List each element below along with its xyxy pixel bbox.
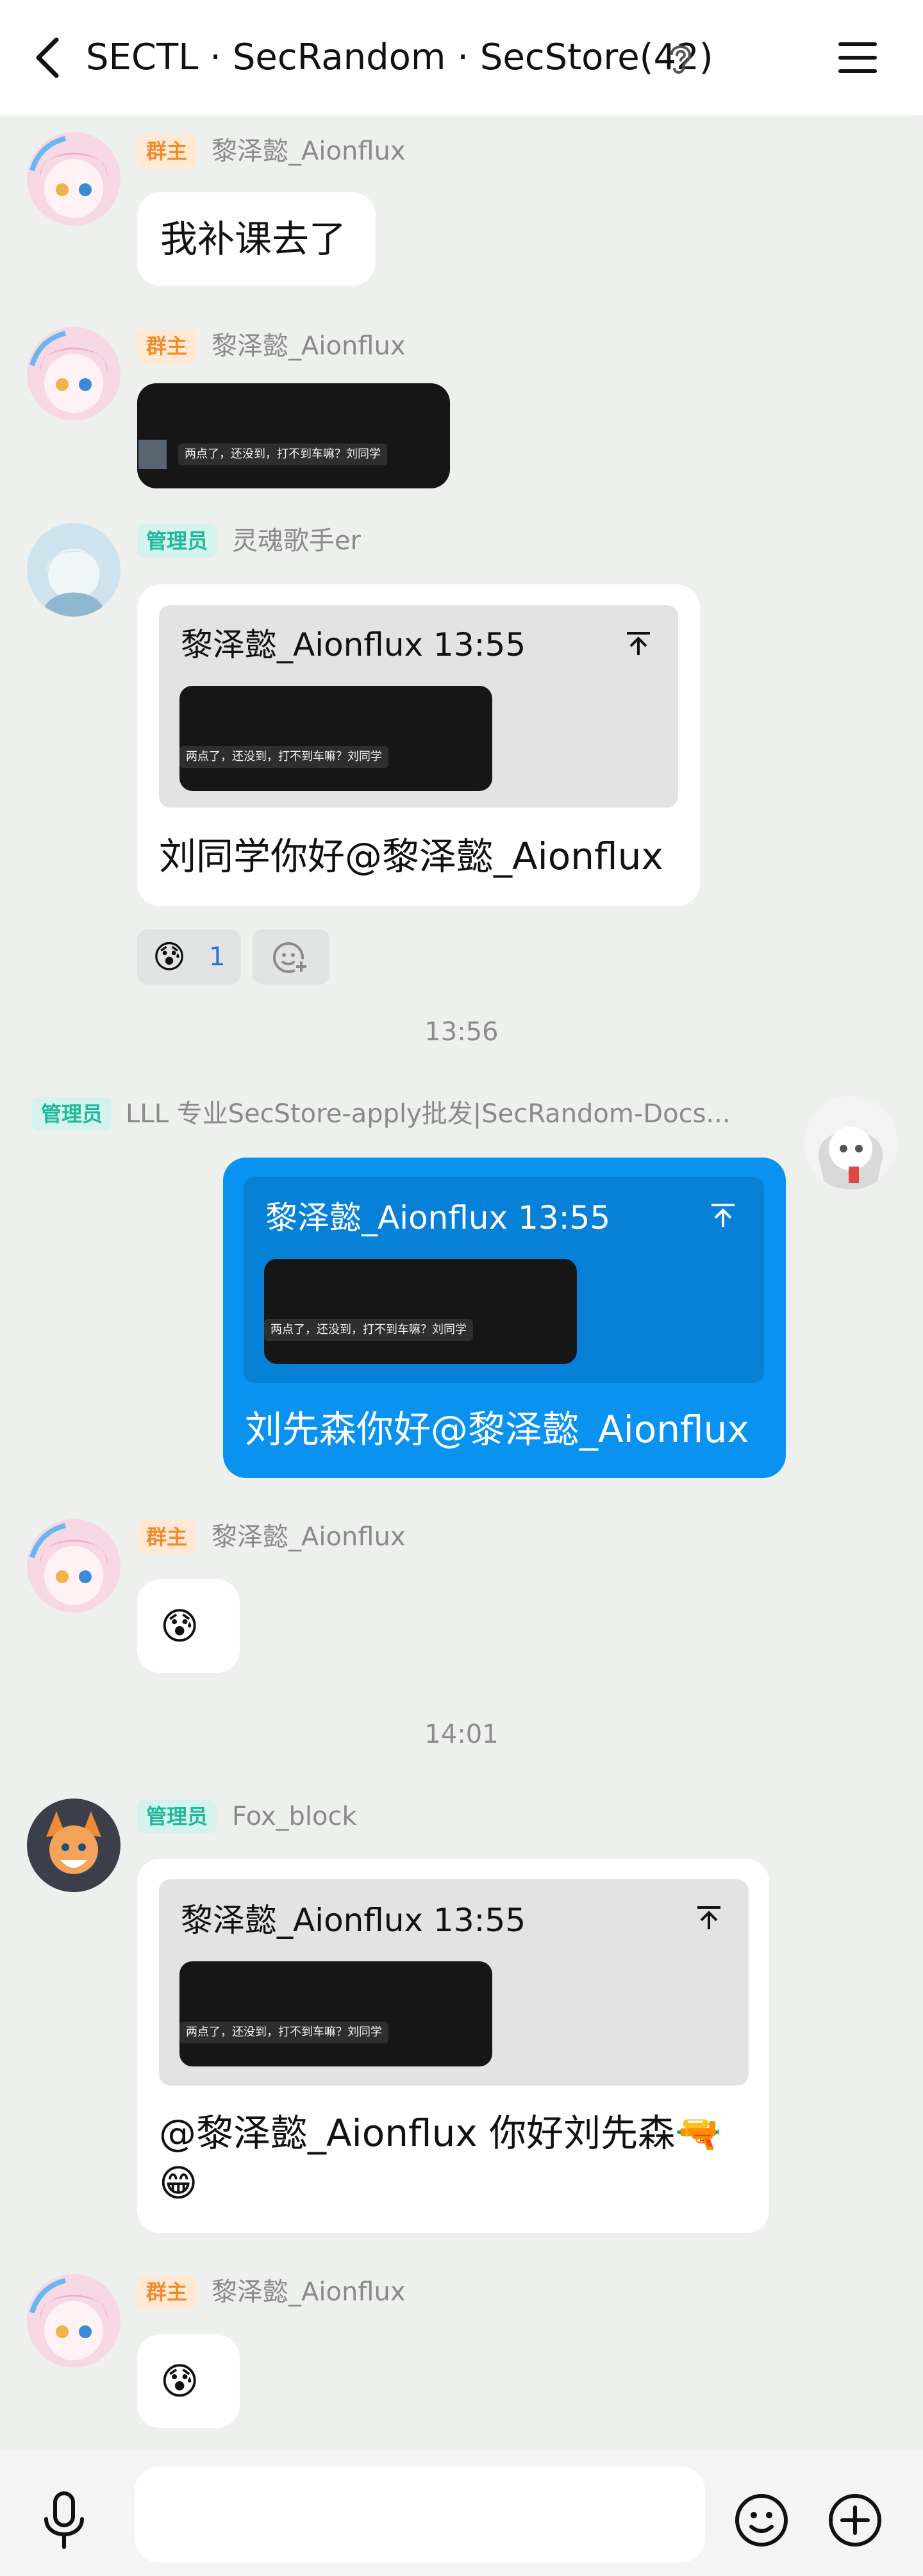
role-badge-admin: 管理员	[137, 524, 217, 558]
image-caption: 两点了，还没到，打不到车嘛？刘同学	[179, 746, 388, 768]
reaction-count: 1	[209, 942, 226, 972]
input-bar	[0, 2451, 923, 2576]
message-input[interactable]	[135, 2466, 705, 2563]
message-bubble[interactable]: 😰	[137, 1579, 240, 1673]
role-badge-admin: 管理员	[137, 1800, 217, 1833]
avatar[interactable]	[27, 1519, 121, 1613]
quote-header: 黎泽懿_Aionflux 13:55	[181, 626, 526, 663]
add-reaction-button[interactable]	[253, 929, 329, 985]
microphone-icon	[44, 2491, 84, 2549]
menu-button[interactable]	[831, 35, 882, 81]
jump-to-quote-icon[interactable]	[624, 629, 653, 658]
image-thumbnail	[138, 440, 167, 469]
message-bubble[interactable]: 😰	[137, 2334, 240, 2428]
quote-header: 黎泽懿_Aionflux 13:55	[181, 1902, 526, 1939]
sender-name[interactable]: 黎泽懿_Aionflux	[212, 1520, 406, 1554]
message-text: 我补课去了	[160, 217, 347, 261]
role-badge-admin: 管理员	[32, 1097, 112, 1131]
quoted-image: 两点了，还没到，打不到车嘛？刘同学	[179, 686, 492, 791]
image-caption: 两点了，还没到，打不到车嘛？刘同学	[179, 2022, 388, 2043]
quoted-image: 两点了，还没到，打不到车嘛？刘同学	[179, 1961, 492, 2066]
sender-name[interactable]: 黎泽懿_Aionflux	[212, 2275, 406, 2309]
image-message[interactable]: 两点了，还没到，打不到车嘛？刘同学	[137, 383, 450, 488]
message-emoji: 😰	[160, 2359, 199, 2403]
smiley-icon	[735, 2494, 788, 2547]
reaction-emoji: 😰	[153, 938, 187, 976]
plus-circle-icon	[829, 2494, 881, 2547]
role-badge-owner: 群主	[137, 329, 197, 363]
add-reaction-icon	[273, 942, 309, 974]
message-bubble[interactable]: 我补课去了	[137, 192, 376, 286]
time-separator: 14:01	[424, 1720, 499, 1749]
quoted-message[interactable]: 黎泽懿_Aionflux 13:55 两点了，还没到，打不到车嘛？刘同学	[159, 605, 678, 808]
message-text: @黎泽懿_Aionflux 你好刘先森🔫	[159, 2111, 722, 2155]
role-badge-owner: 群主	[137, 2275, 197, 2309]
jump-to-quote-icon[interactable]	[695, 1904, 723, 1932]
my-message-bubble[interactable]: 黎泽懿_Aionflux 13:55 两点了，还没到，打不到车嘛？刘同学 刘先森…	[223, 1158, 786, 1478]
sender-name[interactable]: 灵魂歌手er	[232, 524, 361, 558]
avatar[interactable]	[27, 2274, 121, 2368]
image-caption: 两点了，还没到，打不到车嘛？刘同学	[178, 444, 387, 465]
chat-title[interactable]: SECTL · SecRandom · SecStore(42)	[86, 33, 713, 82]
reaction-chip[interactable]: 😰 1	[137, 929, 241, 985]
ear-icon	[667, 41, 695, 77]
sender-name[interactable]: 黎泽懿_Aionflux	[212, 329, 406, 363]
more-actions-button[interactable]	[824, 2489, 886, 2551]
avatar[interactable]	[27, 132, 121, 226]
role-badge-owner: 群主	[137, 1520, 197, 1554]
sender-name[interactable]: LLL 专业SecStore-apply批发|SecRandom-Docs...	[126, 1097, 760, 1131]
role-badge-owner: 群主	[137, 135, 197, 168]
chevron-left-icon	[36, 37, 59, 78]
voice-button[interactable]	[38, 2489, 90, 2551]
message-bubble[interactable]: 黎泽懿_Aionflux 13:55 两点了，还没到，打不到车嘛？刘同学 @黎泽…	[137, 1859, 769, 2233]
jump-to-quote-icon[interactable]	[709, 1201, 737, 1229]
my-avatar[interactable]	[804, 1096, 897, 1190]
emoji-button[interactable]	[731, 2489, 792, 2551]
quoted-message[interactable]: 黎泽懿_Aionflux 13:55 两点了，还没到，打不到车嘛？刘同学	[244, 1177, 764, 1383]
time-separator: 13:56	[424, 1017, 499, 1047]
quoted-message[interactable]: 黎泽懿_Aionflux 13:55 两点了，还没到，打不到车嘛？刘同学	[159, 1879, 749, 2086]
image-caption: 两点了，还没到，打不到车嘛？刘同学	[264, 1319, 473, 1341]
avatar[interactable]	[27, 523, 121, 617]
chat-header: SECTL · SecRandom · SecStore(42)	[0, 0, 923, 115]
message-emoji: 😁	[159, 2161, 198, 2205]
hamburger-menu-icon	[838, 42, 877, 73]
message-text: 刘先森你好@黎泽懿_Aionflux	[245, 1408, 749, 1451]
avatar[interactable]	[27, 327, 121, 420]
sender-name[interactable]: Fox_block	[232, 1800, 357, 1833]
quote-header: 黎泽懿_Aionflux 13:55	[265, 1199, 611, 1236]
message-bubble[interactable]: 黎泽懿_Aionflux 13:55 两点了，还没到，打不到车嘛？刘同学 刘同学…	[137, 585, 700, 906]
quoted-image: 两点了，还没到，打不到车嘛？刘同学	[264, 1259, 577, 1364]
message-text: 刘同学你好@黎泽懿_Aionflux	[159, 835, 663, 878]
sender-name[interactable]: 黎泽懿_Aionflux	[212, 135, 406, 168]
message-emoji: 😰	[160, 1604, 199, 1648]
avatar[interactable]	[27, 1799, 121, 1892]
back-button[interactable]	[24, 32, 76, 83]
